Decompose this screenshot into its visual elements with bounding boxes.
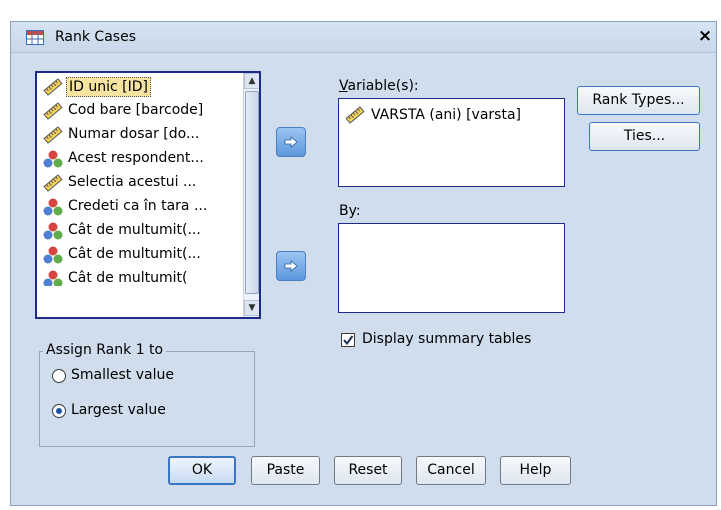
ok-button[interactable]: OK bbox=[168, 456, 236, 485]
variables-list[interactable]: VARSTA (ani) [varsta] bbox=[338, 98, 565, 187]
list-item[interactable]: Numar dosar [do... bbox=[41, 124, 241, 146]
smallest-value-radio[interactable] bbox=[52, 369, 66, 383]
list-item-label: Acest respondent... bbox=[68, 150, 204, 166]
ties-button[interactable]: Ties... bbox=[589, 122, 700, 151]
list-item[interactable]: Cât de multumit(... bbox=[41, 220, 241, 242]
nominal-icon bbox=[43, 270, 63, 286]
list-item-label: Cât de multumit(... bbox=[68, 222, 201, 238]
checkmark-icon bbox=[343, 335, 354, 346]
assign-rank-group bbox=[39, 351, 255, 447]
list-item-label: Numar dosar [do... bbox=[68, 126, 200, 142]
list-item[interactable]: Cod bare [barcode] bbox=[41, 100, 241, 122]
list-item-label: Cod bare [barcode] bbox=[68, 102, 204, 118]
by-label: By: bbox=[339, 203, 361, 219]
title-bar[interactable]: Rank Cases × bbox=[11, 22, 716, 53]
scroll-up-icon[interactable]: ▲ bbox=[244, 73, 259, 89]
paste-button[interactable]: Paste bbox=[251, 456, 320, 485]
largest-value-label: Largest value bbox=[71, 402, 166, 418]
reset-button[interactable]: Reset bbox=[334, 456, 402, 485]
list-item-label: Cât de multumit(... bbox=[68, 246, 201, 262]
rank-types-button[interactable]: Rank Types... bbox=[577, 86, 700, 115]
nominal-icon bbox=[43, 150, 63, 168]
window-title: Rank Cases bbox=[55, 29, 136, 45]
arrow-right-icon bbox=[284, 260, 298, 272]
list-item[interactable]: Acest respondent... bbox=[41, 148, 241, 170]
cancel-button[interactable]: Cancel bbox=[416, 456, 486, 485]
scale-ruler-icon bbox=[43, 126, 63, 144]
list-item-label: Credeti ca în tara ... bbox=[68, 198, 208, 214]
scroll-thumb[interactable] bbox=[245, 91, 259, 294]
list-item-label: Selectia acestui ... bbox=[68, 174, 197, 190]
by-list[interactable] bbox=[338, 223, 565, 313]
display-summary-label: Display summary tables bbox=[362, 331, 532, 347]
list-item[interactable]: ID unic [ID] bbox=[41, 76, 241, 98]
list-item-label: Cât de multumit( bbox=[68, 270, 188, 286]
list-item[interactable]: VARSTA (ani) [varsta] bbox=[345, 105, 559, 125]
move-to-by-button[interactable] bbox=[276, 251, 306, 281]
help-button[interactable]: Help bbox=[500, 456, 571, 485]
nominal-icon bbox=[43, 198, 63, 216]
scale-ruler-icon bbox=[43, 78, 63, 96]
nominal-icon bbox=[43, 222, 63, 240]
radio-selected-dot bbox=[56, 408, 62, 414]
list-item[interactable]: Selectia acestui ... bbox=[41, 172, 241, 194]
scale-ruler-icon bbox=[43, 102, 63, 120]
variables-label: Variable(s): bbox=[339, 78, 419, 94]
rank-cases-app-icon bbox=[26, 30, 44, 45]
scale-ruler-icon bbox=[345, 106, 365, 124]
list-scrollbar[interactable]: ▲ ▼ bbox=[243, 73, 259, 317]
list-item-label: VARSTA (ani) [varsta] bbox=[371, 107, 521, 123]
list-item[interactable]: Cât de multumit( bbox=[41, 268, 241, 286]
arrow-right-icon bbox=[284, 136, 298, 148]
close-icon[interactable]: × bbox=[697, 28, 713, 45]
list-item[interactable]: Credeti ca în tara ... bbox=[41, 196, 241, 218]
scroll-down-icon[interactable]: ▼ bbox=[244, 300, 259, 316]
assign-rank-title: Assign Rank 1 to bbox=[43, 342, 167, 358]
smallest-value-label: Smallest value bbox=[71, 367, 174, 383]
list-item-label: ID unic [ID] bbox=[66, 77, 151, 97]
display-summary-checkbox[interactable] bbox=[341, 333, 355, 347]
rank-cases-dialog: Rank Cases × ID unic [ID] Cod bare [barc… bbox=[10, 21, 717, 506]
source-variable-list[interactable]: ID unic [ID] Cod bare [barcode] Numar do… bbox=[35, 71, 261, 319]
list-item[interactable]: Cât de multumit(... bbox=[41, 244, 241, 266]
nominal-icon bbox=[43, 246, 63, 264]
move-to-variables-button[interactable] bbox=[276, 127, 306, 157]
scale-ruler-icon bbox=[43, 174, 63, 192]
largest-value-radio[interactable] bbox=[52, 404, 66, 418]
